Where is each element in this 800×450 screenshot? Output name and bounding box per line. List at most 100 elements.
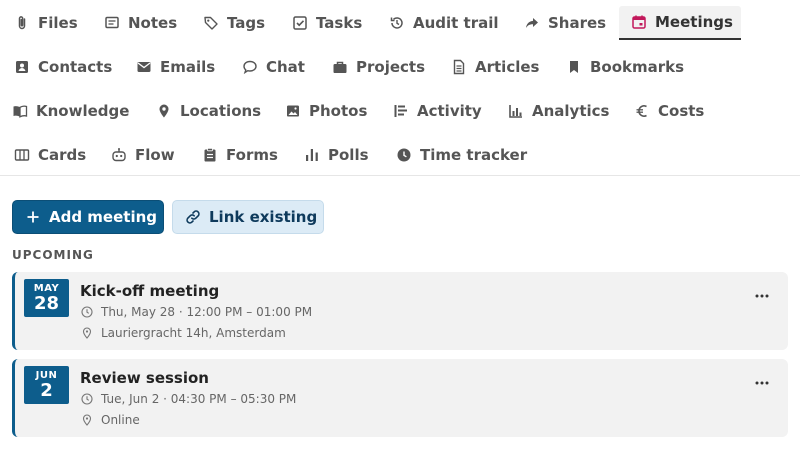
tab-row-1: Files Notes Tags Tasks Audit trail Share… — [0, 0, 800, 44]
tab-label: Chat — [266, 58, 305, 76]
share-icon — [524, 15, 540, 31]
tab-label: Tasks — [316, 14, 363, 32]
envelope-icon — [136, 59, 152, 75]
tab-activity[interactable]: Activity — [381, 94, 494, 128]
meeting-title[interactable]: Kick-off meeting — [80, 282, 219, 300]
tab-label: Audit trail — [413, 14, 499, 32]
date-badge: MAY 28 — [24, 279, 69, 317]
meeting-location: Lauriergracht 14h, Amsterdam — [80, 326, 286, 340]
meeting-time-text: Tue, Jun 2 · 04:30 PM – 05:30 PM — [101, 392, 297, 406]
euro-icon — [634, 103, 650, 119]
tab-label: Knowledge — [36, 102, 130, 120]
tab-label: Bookmarks — [590, 58, 685, 76]
columns-icon — [14, 147, 30, 163]
map-pin-icon — [80, 326, 94, 340]
meeting-card[interactable]: JUN 2 Review session Tue, Jun 2 · 04:30 … — [12, 359, 788, 437]
tab-row-4: Cards Flow Forms Polls Time tracker — [0, 132, 800, 176]
tab-notes[interactable]: Notes — [92, 6, 189, 40]
tab-row-2: Contacts Emails Chat Projects Articles B… — [0, 44, 800, 88]
tab-forms[interactable]: Forms — [190, 138, 290, 172]
tab-articles[interactable]: Articles — [439, 50, 551, 84]
tab-tags[interactable]: Tags — [191, 6, 277, 40]
tab-costs[interactable]: Costs — [622, 94, 716, 128]
tab-label: Emails — [160, 58, 216, 76]
tab-locations[interactable]: Locations — [144, 94, 273, 128]
link-existing-button[interactable]: Link existing — [172, 200, 324, 234]
ellipsis-icon — [755, 294, 769, 298]
clock-icon — [80, 392, 94, 406]
plus-icon — [25, 208, 41, 226]
more-options-button[interactable] — [752, 373, 772, 393]
tab-label: Photos — [309, 102, 368, 120]
document-icon — [451, 59, 467, 75]
tab-label: Projects — [356, 58, 426, 76]
tab-audit-trail[interactable]: Audit trail — [377, 6, 511, 40]
link-icon — [185, 208, 201, 226]
tab-label: Articles — [475, 58, 540, 76]
robot-icon — [111, 147, 127, 163]
clipboard-icon — [202, 147, 218, 163]
tab-label: Contacts — [38, 58, 113, 76]
note-icon — [104, 15, 120, 31]
meeting-location: Online — [80, 413, 140, 427]
map-pin-icon — [80, 413, 94, 427]
tab-flow[interactable]: Flow — [99, 138, 187, 172]
tab-bookmarks[interactable]: Bookmarks — [554, 50, 696, 84]
checkbox-icon — [292, 15, 308, 31]
tab-cards[interactable]: Cards — [2, 138, 98, 172]
briefcase-icon — [332, 59, 348, 75]
tab-label: Forms — [226, 146, 278, 164]
meeting-card[interactable]: MAY 28 Kick-off meeting Thu, May 28 · 12… — [12, 272, 788, 350]
tab-label: Analytics — [532, 102, 610, 120]
tab-contacts[interactable]: Contacts — [2, 50, 124, 84]
tab-time-tracker[interactable]: Time tracker — [384, 138, 539, 172]
tab-shares[interactable]: Shares — [512, 6, 618, 40]
tab-label: Costs — [658, 102, 705, 120]
tab-label: Meetings — [655, 13, 733, 31]
bar-chart-icon — [508, 103, 524, 119]
activity-icon — [393, 103, 409, 119]
tab-chat[interactable]: Chat — [230, 50, 317, 84]
meeting-location-text: Online — [101, 413, 140, 427]
date-day: 28 — [33, 293, 60, 314]
meeting-time: Tue, Jun 2 · 04:30 PM – 05:30 PM — [80, 392, 296, 406]
poll-icon — [304, 147, 320, 163]
meeting-time: Thu, May 28 · 12:00 PM – 01:00 PM — [80, 305, 312, 319]
more-options-button[interactable] — [752, 286, 772, 306]
tab-knowledge[interactable]: Knowledge — [0, 94, 141, 128]
meeting-title[interactable]: Review session — [80, 369, 209, 387]
tab-label: Notes — [128, 14, 178, 32]
ellipsis-icon — [755, 381, 769, 385]
chat-icon — [242, 59, 258, 75]
tab-tasks[interactable]: Tasks — [280, 6, 374, 40]
tab-meetings[interactable]: Meetings — [619, 6, 741, 40]
tab-label: Flow — [135, 146, 175, 164]
tab-analytics[interactable]: Analytics — [496, 94, 621, 128]
add-meeting-button[interactable]: Add meeting — [12, 200, 164, 234]
date-month: JUN — [35, 370, 58, 381]
calendar-icon — [631, 14, 647, 30]
tab-polls[interactable]: Polls — [292, 138, 381, 172]
book-icon — [12, 103, 28, 119]
date-badge: JUN 2 — [24, 366, 69, 404]
tab-label: Tags — [227, 14, 266, 32]
tab-emails[interactable]: Emails — [124, 50, 227, 84]
clock-icon — [396, 147, 412, 163]
tab-label: Activity — [417, 102, 482, 120]
bookmark-icon — [566, 59, 582, 75]
tab-files[interactable]: Files — [2, 6, 90, 40]
tab-photos[interactable]: Photos — [273, 94, 379, 128]
meeting-time-text: Thu, May 28 · 12:00 PM – 01:00 PM — [101, 305, 313, 319]
date-day: 2 — [40, 380, 53, 401]
tab-row-3: Knowledge Locations Photos Activity Anal… — [0, 88, 800, 132]
tab-label: Cards — [38, 146, 87, 164]
tab-projects[interactable]: Projects — [320, 50, 437, 84]
tab-bar: Files Notes Tags Tasks Audit trail Share… — [0, 0, 800, 176]
tab-label: Polls — [328, 146, 369, 164]
add-meeting-label: Add meeting — [49, 208, 158, 226]
upcoming-heading: UPCOMING — [12, 248, 94, 262]
date-month: MAY — [33, 283, 60, 294]
history-icon — [389, 15, 405, 31]
clock-icon — [80, 305, 94, 319]
contact-icon — [14, 59, 30, 75]
